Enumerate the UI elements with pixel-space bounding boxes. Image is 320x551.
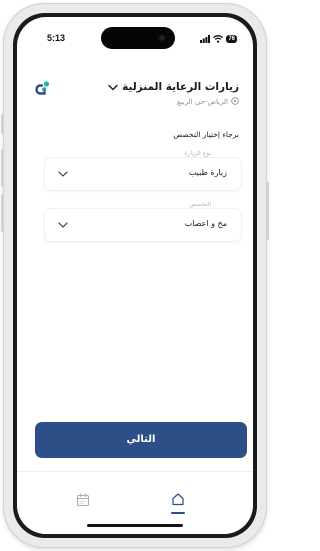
location-pin-icon [231, 97, 239, 105]
app-logo [35, 81, 50, 95]
visit-type-label: نوع الزيارة [184, 150, 211, 157]
power-button [266, 182, 269, 240]
camera-icon [158, 34, 166, 42]
status-icons: 76 [200, 34, 237, 43]
specialty-prompt: برجاء إختيار التخصص [173, 130, 239, 139]
home-indicator [87, 524, 183, 527]
dynamic-island [101, 27, 175, 49]
phone-frame: 5:13 76 زيارات الرعاية المنزلية الرياض-ح… [1, 4, 269, 547]
specialty-dropdown[interactable]: مخ و اعصاب [45, 209, 241, 241]
chevron-down-icon [58, 222, 68, 228]
active-tab-indicator [171, 512, 185, 514]
silent-switch [1, 114, 4, 134]
calendar-icon[interactable] [76, 493, 90, 507]
service-selector[interactable]: زيارات الرعاية المنزلية [108, 81, 239, 93]
page-title: زيارات الرعاية المنزلية [122, 81, 239, 93]
status-time: 5:13 [47, 33, 66, 43]
home-icon[interactable] [171, 492, 185, 506]
device-mockup: 5:13 76 زيارات الرعاية المنزلية الرياض-ح… [0, 0, 273, 551]
specialty-label: التخصص [189, 201, 211, 208]
chevron-down-icon [108, 84, 118, 90]
specialty-value: مخ و اعصاب [184, 219, 227, 228]
battery-icon: 76 [226, 34, 237, 43]
app-screen: 5:13 76 زيارات الرعاية المنزلية الرياض-ح… [17, 17, 253, 534]
volume-down-button [1, 194, 4, 232]
location-row[interactable]: الرياض-حي الربيع [177, 97, 239, 106]
signal-icon [200, 34, 211, 43]
visit-type-value: زيارة طبيب [188, 168, 227, 177]
phone-bezel: 5:13 76 زيارات الرعاية المنزلية الرياض-ح… [13, 13, 257, 538]
volume-up-button [1, 149, 4, 187]
next-button[interactable]: التالي [35, 422, 247, 458]
location-text: الرياض-حي الربيع [176, 97, 228, 106]
status-bar: 5:13 76 [17, 17, 253, 51]
chevron-down-icon [58, 171, 68, 177]
wifi-icon [213, 34, 224, 43]
visit-type-dropdown[interactable]: زيارة طبيب [45, 158, 241, 190]
